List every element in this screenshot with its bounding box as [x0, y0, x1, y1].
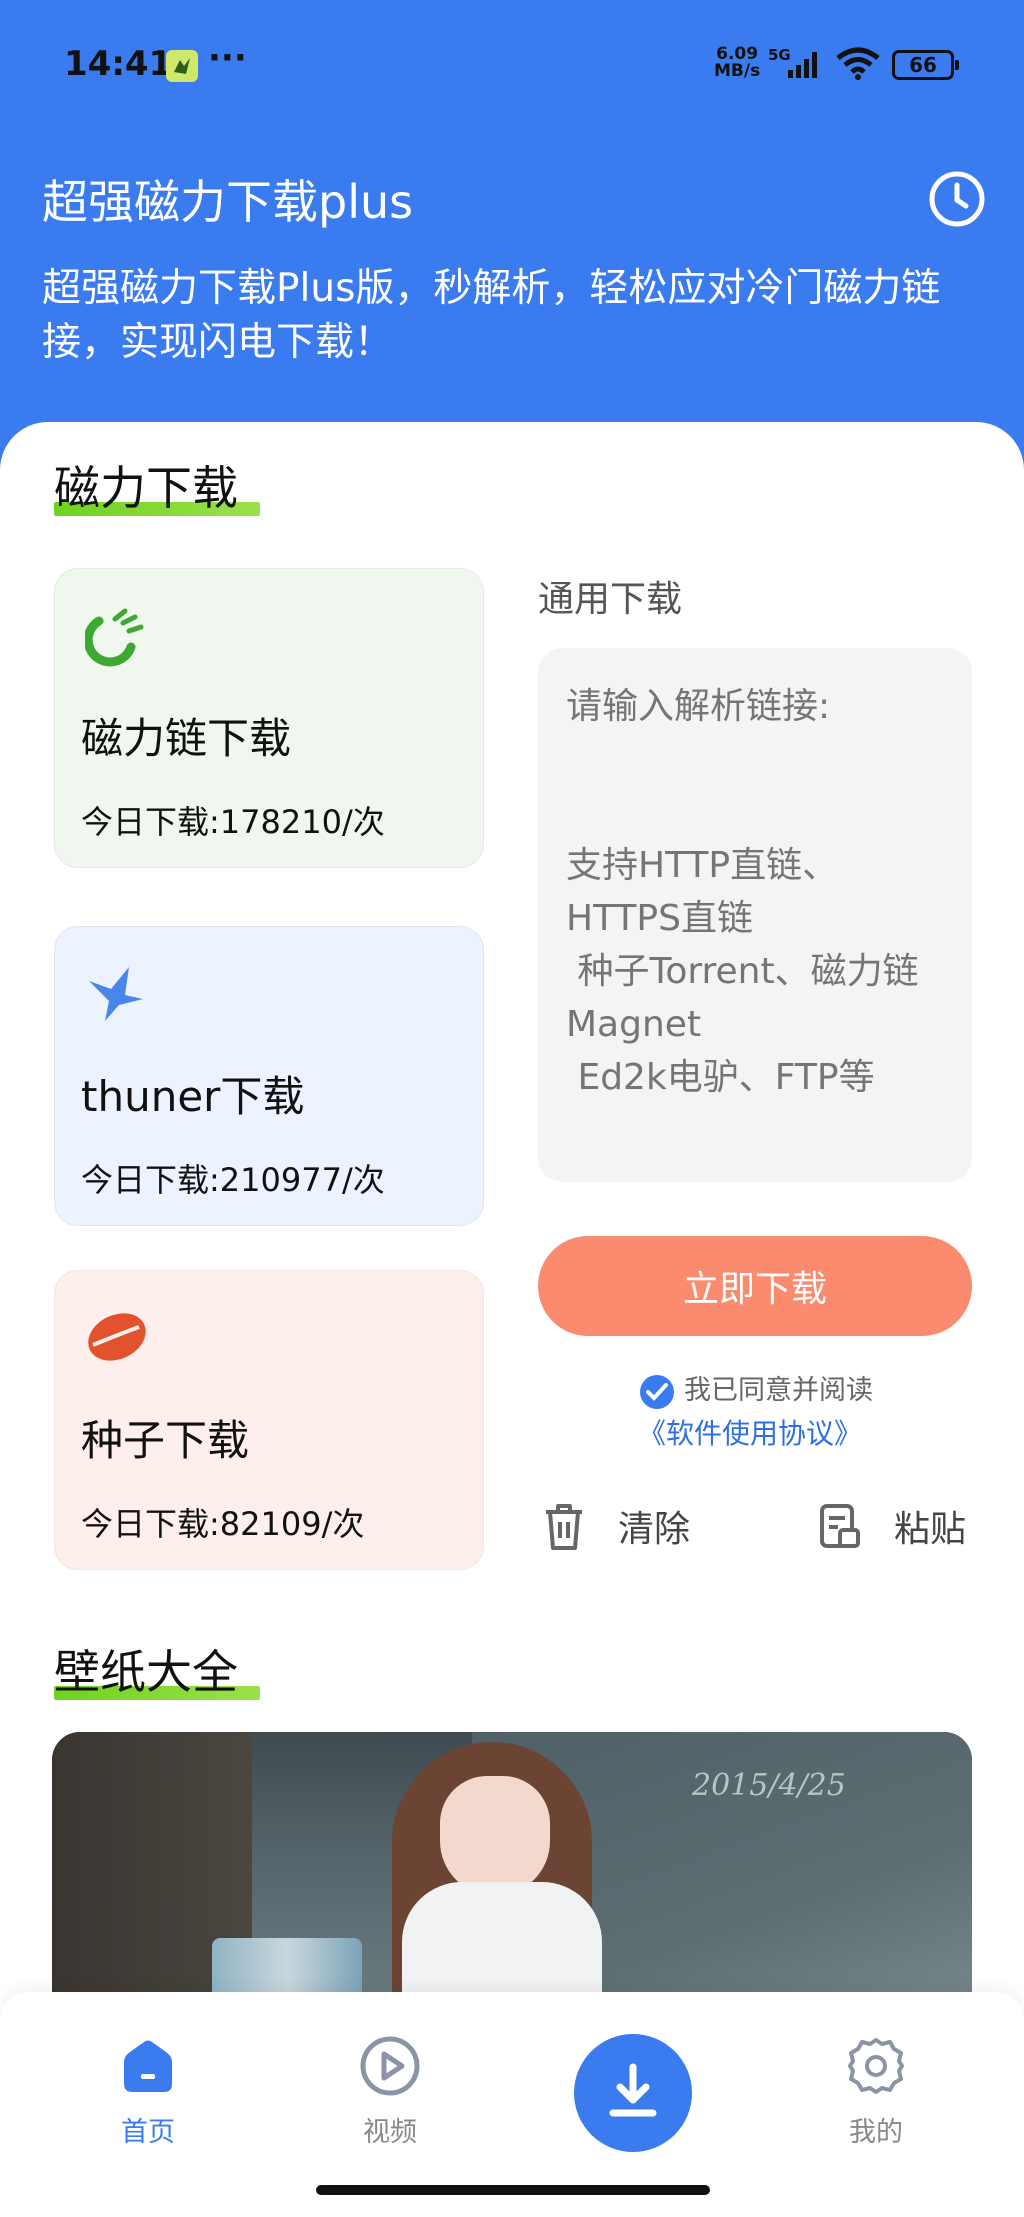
nav-mine-label: 我的: [849, 2117, 903, 2148]
link-input[interactable]: [538, 648, 972, 1182]
wallpaper-board-text: 2015/4/25: [692, 1768, 846, 1803]
wallpaper-image[interactable]: 2015/4/25: [52, 1732, 972, 2032]
agreement-checkbox-row[interactable]: 我已同意并阅读: [640, 1368, 873, 1409]
network-speed: 6.09 MB/s: [714, 46, 760, 80]
seed-icon: [85, 1305, 149, 1369]
agree-text: 我已同意并阅读: [684, 1375, 873, 1406]
app-subtitle: 超强磁力下载Plus版，秒解析，轻松应对冷门磁力链接，实现闪电下载！: [42, 266, 941, 365]
nav-mine[interactable]: 我的: [816, 2034, 936, 2149]
notification-app-icon: [166, 50, 198, 82]
wifi-icon: [834, 46, 882, 86]
download-fab-button[interactable]: [574, 2034, 692, 2152]
gear-icon: [848, 2038, 904, 2094]
app-header: 14:41 ··· 6.09 MB/s 5G 66 超强磁力下载plus 超强磁…: [0, 0, 1024, 470]
clear-label: 清除: [618, 1509, 691, 1550]
clear-button[interactable]: 清除: [540, 1500, 690, 1552]
home-indicator[interactable]: [316, 2185, 710, 2195]
status-more-icon: ···: [208, 38, 247, 78]
signal-icon: [774, 50, 824, 84]
download-now-button[interactable]: 立即下载: [538, 1236, 972, 1336]
card-title: 磁力链下载: [81, 714, 292, 763]
paste-button[interactable]: 粘贴: [816, 1500, 966, 1552]
thunder-card[interactable]: thuner下载 今日下载:210977/次: [54, 926, 484, 1226]
nav-video[interactable]: 视频: [330, 2034, 450, 2149]
card-count: 今日下载:82109/次: [81, 1505, 365, 1543]
status-bar: 14:41 ··· 6.09 MB/s 5G 66: [0, 38, 1024, 90]
section-title-wallpaper: 壁纸大全: [54, 1636, 260, 1702]
trash-icon: [546, 1504, 582, 1550]
network-speed-unit: MB/s: [714, 61, 761, 81]
card-count: 今日下载:178210/次: [81, 803, 385, 841]
wallpaper-person-face: [440, 1776, 550, 1896]
history-clock-icon[interactable]: [928, 170, 986, 228]
nav-video-label: 视频: [363, 2117, 417, 2148]
battery-indicator: 66: [892, 50, 959, 80]
general-download-label: 通用下载: [538, 579, 683, 620]
nav-home-label: 首页: [121, 2117, 175, 2148]
check-icon[interactable]: [640, 1374, 674, 1409]
card-count: 今日下载:210977/次: [81, 1161, 385, 1199]
section-title-text: 壁纸大全: [54, 1645, 238, 1699]
card-title: thuner下载: [81, 1072, 305, 1121]
home-icon: [124, 2040, 172, 2092]
magnet-icon: [83, 603, 149, 667]
play-icon: [360, 2036, 420, 2096]
section-title-text: 磁力下载: [54, 461, 238, 515]
paste-label: 粘贴: [894, 1509, 967, 1550]
card-title: 种子下载: [81, 1416, 250, 1465]
magnet-link-card[interactable]: 磁力链下载 今日下载:178210/次: [54, 568, 484, 868]
bottom-navigation: 首页 视频 我的: [0, 1992, 1024, 2217]
agreement-link[interactable]: 《软件使用协议》: [638, 1412, 862, 1452]
paste-icon: [820, 1504, 860, 1548]
bird-icon: [85, 961, 149, 1025]
download-arrow-icon: [609, 2063, 657, 2117]
status-time: 14:41: [64, 44, 173, 84]
nav-home[interactable]: 首页: [88, 2034, 208, 2149]
section-title-magnet: 磁力下载: [54, 452, 260, 518]
seed-card[interactable]: 种子下载 今日下载:82109/次: [54, 1270, 484, 1570]
app-title: 超强磁力下载plus: [42, 175, 414, 229]
